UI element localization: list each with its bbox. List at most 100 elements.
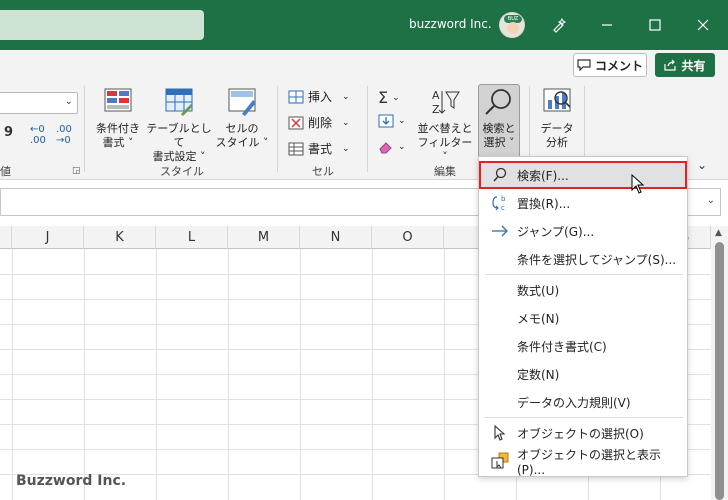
data-analysis-button[interactable]: データ 分析 (534, 86, 580, 150)
insert-label: 挿入 (308, 90, 333, 104)
replace-icon: bc (491, 194, 509, 212)
comments-button[interactable]: コメント (573, 53, 647, 77)
delete-cells-button[interactable]: 削除 ⌄ (288, 114, 350, 131)
conditional-formatting-label-1: 条件付き (96, 122, 140, 135)
format-icon (288, 142, 304, 155)
chevron-down-icon: ⌄ (392, 92, 400, 103)
menu-item-label: 定数(N) (517, 367, 560, 382)
menu-item-label: オブジェクトの選択と表示(P)... (517, 447, 662, 477)
cell-styles-label-1: セルの (225, 122, 259, 135)
menu-item-conditional-formatting[interactable]: 条件付き書式(C) (479, 332, 687, 360)
fill-button[interactable]: ⌄ (378, 114, 406, 128)
watermark: Buzzword Inc. (16, 473, 127, 489)
autosum-button[interactable]: Σ ⌄ (378, 88, 400, 107)
menu-item-go-to[interactable]: ジャンプ(G)... (479, 217, 687, 245)
comment-icon (577, 59, 591, 71)
conditional-formatting-button[interactable]: 条件付き 書式 ˅ (92, 86, 144, 150)
close-icon[interactable] (692, 14, 714, 36)
number-group-label: 値 (0, 165, 11, 178)
chevron-down-icon: ⌄ (398, 142, 406, 152)
scroll-up-icon[interactable]: ▲ (715, 228, 722, 238)
menu-item-replace[interactable]: bc 置換(R)... (479, 189, 687, 217)
column-header-j[interactable]: J (12, 226, 84, 249)
insert-icon (288, 90, 304, 103)
format-label: 書式 (308, 142, 333, 156)
svg-text:Z: Z (432, 103, 440, 116)
sort-filter-icon: AZ (432, 89, 460, 116)
menu-item-go-to-special[interactable]: 条件を選択してジャンプ(S)... (479, 245, 687, 273)
chevron-down-icon[interactable]: ⌄ (707, 195, 715, 206)
column-header-n[interactable]: N (300, 226, 372, 249)
avatar[interactable]: BUZ (499, 12, 525, 38)
menu-item-formulas[interactable]: 数式(U) (479, 276, 687, 304)
scroll-thumb[interactable] (715, 242, 724, 500)
cell-styles-button[interactable]: セルの スタイル ˅ (214, 86, 270, 150)
menu-separator (485, 274, 683, 275)
ribbon-separator (277, 86, 278, 172)
account-name: buzzword Inc. (409, 17, 492, 31)
chevron-down-icon: ⌄ (64, 96, 73, 107)
maximize-icon[interactable] (644, 14, 666, 36)
find-select-button[interactable]: 検索と 選択 ˅ (478, 86, 520, 150)
format-as-table-button[interactable]: テーブルとして 書式設定 ˅ (145, 86, 213, 164)
find-select-label-1: 検索と (482, 122, 516, 135)
menu-separator (485, 417, 683, 418)
editing-group-label: 編集 (434, 165, 456, 178)
vertical-scrollbar[interactable]: ▲ (711, 226, 728, 500)
format-as-table-label-1: テーブルとして (146, 122, 212, 149)
sort-filter-button[interactable]: AZ 並べ替えと フィルター ˅ (414, 86, 476, 164)
comments-label: コメント (594, 58, 643, 73)
pen-sparkle-icon[interactable] (548, 14, 570, 36)
cell-styles-label-2: スタイル ˅ (215, 136, 269, 149)
increase-decimal-button[interactable]: ←0.00 (30, 124, 46, 146)
magnifier-icon (485, 89, 511, 115)
column-header-l[interactable]: L (156, 226, 228, 249)
column-header[interactable] (0, 226, 12, 249)
data-analysis-label-2: 分析 (546, 136, 568, 149)
menu-item-label: 検索(F)... (517, 168, 569, 183)
menu-item-label: ジャンプ(G)... (517, 224, 595, 239)
minimize-icon[interactable] (596, 14, 618, 36)
format-as-table-icon (165, 88, 193, 116)
search-box[interactable] (0, 10, 204, 40)
chevron-down-icon: ⌄ (342, 143, 350, 154)
column-header-m[interactable]: M (228, 226, 300, 249)
column-header-k[interactable]: K (84, 226, 156, 249)
menu-item-find[interactable]: 検索(F)... (479, 161, 687, 189)
column-header-o[interactable]: O (372, 226, 444, 249)
menu-item-select-objects[interactable]: オブジェクトの選択(O) (479, 419, 687, 447)
avatar-face (507, 22, 519, 34)
number-format-dropdown[interactable]: ⌄ (0, 92, 78, 114)
ribbon-collapse-icon[interactable]: ⌄ (697, 158, 707, 172)
clear-button[interactable]: ⌄ (378, 140, 406, 154)
chevron-down-icon: ⌄ (398, 116, 406, 126)
conditional-formatting-label-2: 書式 ˅ (102, 136, 134, 149)
menu-item-constants[interactable]: 定数(N) (479, 360, 687, 388)
fill-down-icon (378, 114, 394, 128)
cell-styles-icon (228, 88, 256, 116)
menu-item-label: データの入力規則(V) (517, 395, 631, 410)
decrease-decimal-button[interactable]: .00 →0 (56, 124, 72, 146)
format-as-table-label-2: 書式設定 ˅ (152, 150, 206, 163)
menu-item-label: オブジェクトの選択(O) (517, 426, 644, 441)
menu-item-label: 条件付き書式(C) (517, 339, 607, 354)
cells-group-label: セル (312, 165, 334, 178)
format-cells-button[interactable]: 書式 ⌄ (288, 140, 350, 157)
comma-style-button[interactable]: 9 (4, 125, 13, 140)
pointer-icon (491, 424, 509, 442)
menu-item-notes[interactable]: メモ(N) (479, 304, 687, 332)
conditional-formatting-icon (104, 88, 132, 112)
eraser-icon (379, 142, 392, 154)
data-analysis-icon (543, 88, 571, 112)
menu-item-label: 数式(U) (517, 283, 560, 298)
chevron-down-icon: ⌄ (342, 117, 350, 128)
magnifier-icon (491, 166, 509, 184)
insert-cells-button[interactable]: 挿入 ⌄ (288, 88, 350, 105)
share-button[interactable]: 共有 (655, 53, 715, 77)
menu-item-data-validation[interactable]: データの入力規則(V) (479, 388, 687, 416)
find-select-label-2: 選択 ˅ (483, 136, 515, 149)
menu-item-selection-pane[interactable]: オブジェクトの選択と表示(P)... (479, 447, 687, 477)
arrow-right-icon (491, 222, 509, 240)
data-analysis-label-1: データ (540, 122, 574, 135)
dialog-launcher-icon[interactable]: ◲ (72, 166, 81, 176)
